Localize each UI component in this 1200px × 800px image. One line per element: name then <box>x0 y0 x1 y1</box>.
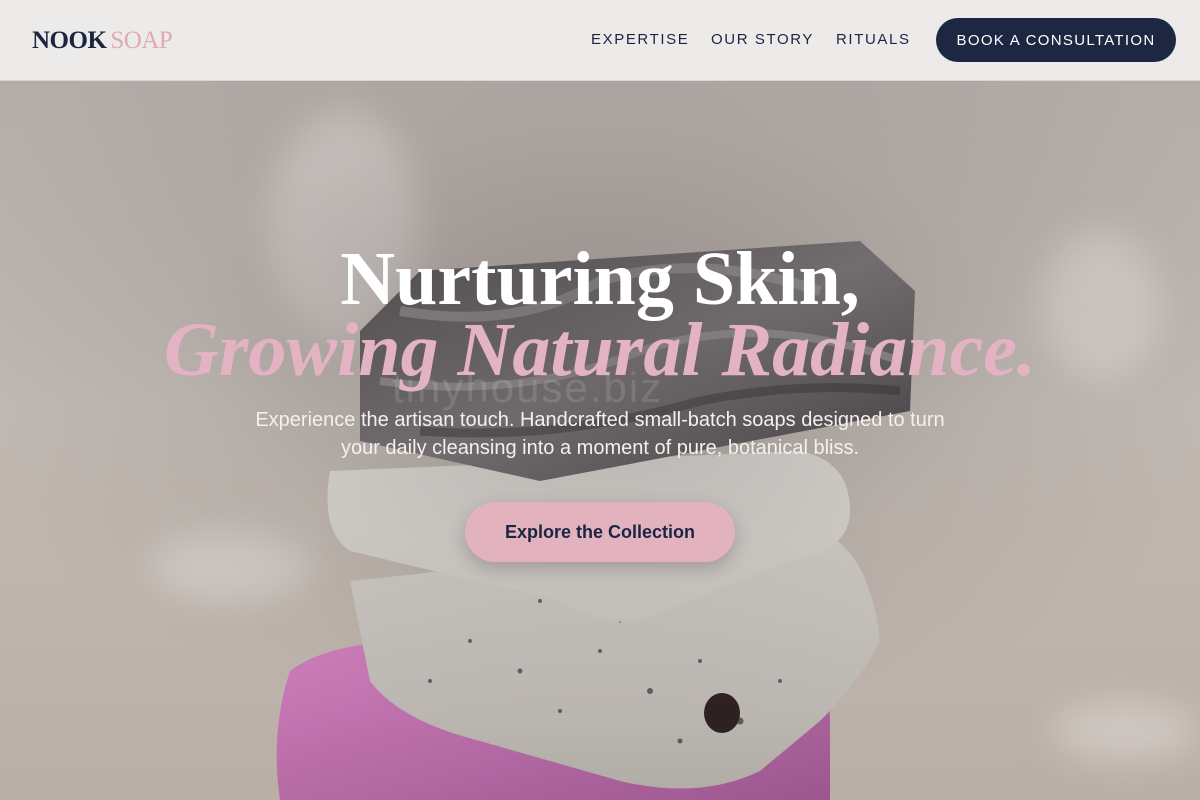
nav-link-expertise[interactable]: EXPERTISE <box>591 31 689 48</box>
explore-collection-button[interactable]: Explore the Collection <box>465 502 735 562</box>
hero-section: tinyhouse.biz Nurturing Skin, Growing Na… <box>0 81 1200 800</box>
logo-text-soap: SOAP <box>110 27 173 54</box>
hero-subtext: Experience the artisan touch. Handcrafte… <box>255 409 945 459</box>
hero-headline-line-1: Nurturing Skin, <box>340 237 860 321</box>
logo-text-nook: NOOK <box>32 27 107 54</box>
nav-link-rituals[interactable]: RITUALS <box>836 31 911 48</box>
hero-headline-line-2: Growing Natural Radiance. <box>163 308 1037 392</box>
nav-link-our-story[interactable]: OUR STORY <box>711 31 814 48</box>
book-consultation-button[interactable]: BOOK A CONSULTATION <box>936 18 1176 62</box>
brand-logo[interactable]: NOOK SOAP <box>32 27 173 55</box>
site-header: NOOK SOAP EXPERTISE OUR STORY RITUALS BO… <box>0 0 1200 81</box>
